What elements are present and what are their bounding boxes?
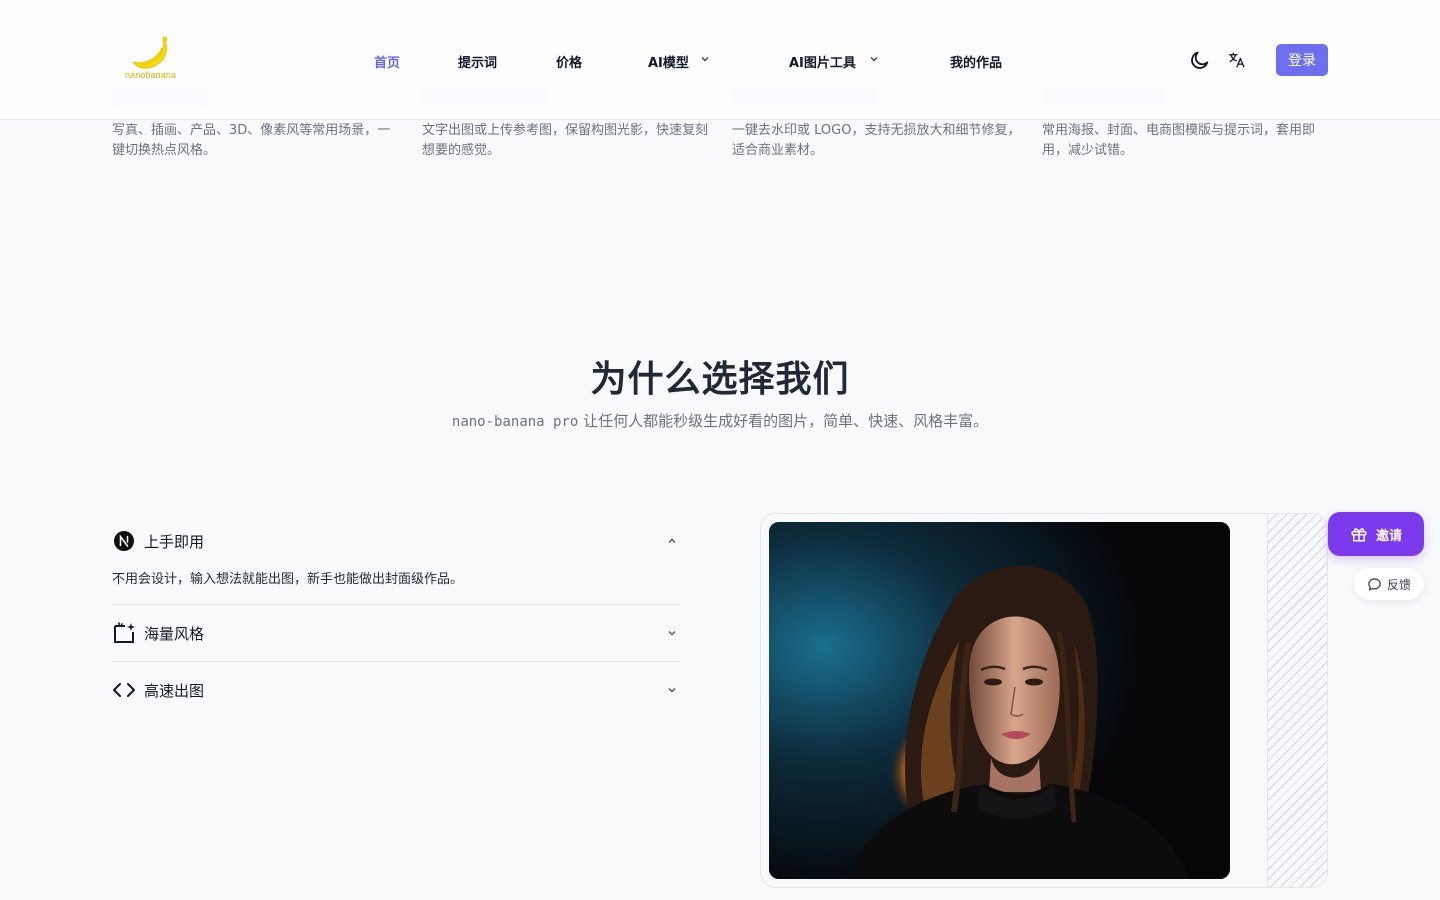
nav-item-pricing[interactable]: 价格: [556, 50, 582, 72]
accordion-header-easy[interactable]: 上手即用: [112, 520, 680, 562]
nav-label: 首页: [374, 55, 401, 71]
login-button[interactable]: 登录: [1276, 44, 1328, 76]
feedback-label: 反馈: [1386, 577, 1411, 592]
nextjs-logo-icon: [112, 529, 136, 553]
portrait-image: [769, 522, 1230, 879]
chat-bubble-icon: [1368, 577, 1381, 590]
accordion-label: 高速出图: [144, 681, 205, 700]
site-header: nanobanana 首页 提示词 价格 AI模型 AI图片工具 我的作品 登录: [0, 0, 1440, 120]
chevron-down-icon[interactable]: [664, 625, 680, 641]
login-label: 登录: [1288, 53, 1316, 69]
preview-panel: [760, 513, 1328, 888]
feature-accordion: 上手即用 不用会设计，输入想法就能出图，新手也能做出封面级作品。 海量风格 高速…: [112, 520, 680, 718]
section-title: 为什么选择我们: [590, 359, 850, 400]
gift-icon: [1351, 528, 1367, 542]
logo-text: nanobanana: [125, 70, 177, 80]
nav-item-home[interactable]: 首页: [374, 50, 400, 72]
nav-item-prompts[interactable]: 提示词: [458, 50, 497, 72]
nav-item-my-works[interactable]: 我的作品: [950, 50, 1002, 72]
accordion-item: 高速出图: [112, 662, 680, 718]
chevron-up-icon[interactable]: [664, 533, 680, 549]
nav-item-ai-image-tools[interactable]: AI图片工具: [789, 50, 879, 72]
invite-button[interactable]: 邀请: [1328, 512, 1424, 556]
translate-icon: [1228, 52, 1245, 68]
chevron-down-icon[interactable]: [664, 682, 680, 698]
accordion-item: 海量风格: [112, 605, 680, 662]
hatched-edge: [1267, 514, 1327, 887]
subtitle-text: 让任何人都能秒级生成好看的图片，简单、快速、风格丰富。: [578, 412, 989, 430]
accordion-header-speed[interactable]: 高速出图: [112, 662, 680, 718]
accordion-header-styles[interactable]: 海量风格: [112, 605, 680, 661]
chevron-down-icon: [869, 54, 879, 67]
accordion-item: 上手即用 不用会设计，输入想法就能出图，新手也能做出封面级作品。: [112, 520, 680, 605]
code-brackets-icon: [112, 678, 136, 702]
nav-label: AI模型: [648, 55, 689, 71]
feature-description: 写真、插画、产品、3D、像素风等常用场景，一键切换热点风格。: [112, 123, 391, 158]
section-subtitle: nano-banana pro 让任何人都能秒级生成好看的图片，简单、快速、风格…: [0, 410, 1440, 431]
brand-name: nano-banana pro: [451, 414, 579, 430]
banana-logo-icon: [132, 36, 168, 69]
nav-label: 价格: [556, 55, 583, 71]
chevron-down-icon: [700, 54, 710, 67]
feedback-button[interactable]: 反馈: [1354, 568, 1424, 600]
nav-label: AI图片工具: [789, 55, 856, 71]
sparkle-frame-icon: [112, 621, 136, 645]
feature-description: 一键去水印或 LOGO，支持无损放大和细节修复，适合商业素材。: [732, 123, 1021, 158]
site-logo[interactable]: nanobanana: [120, 36, 184, 82]
nav-label: 我的作品: [950, 55, 1003, 71]
feature-description: 常用海报、封面、电商图模版与提示词，套用即用，减少试错。: [1042, 123, 1316, 158]
language-switch-button[interactable]: [1225, 48, 1249, 72]
accordion-label: 上手即用: [144, 532, 205, 551]
theme-toggle-button[interactable]: [1188, 48, 1212, 72]
nav-item-ai-models[interactable]: AI模型: [648, 50, 710, 72]
moon-icon: [1191, 51, 1209, 69]
invite-label: 邀请: [1375, 528, 1402, 544]
feature-description: 文字出图或上传参考图，保留构图光影，快速复刻想要的感觉。: [422, 123, 709, 158]
accordion-label: 海量风格: [144, 624, 205, 643]
nav-label: 提示词: [458, 55, 498, 71]
accordion-body: 不用会设计，输入想法就能出图，新手也能做出封面级作品。: [112, 572, 464, 587]
